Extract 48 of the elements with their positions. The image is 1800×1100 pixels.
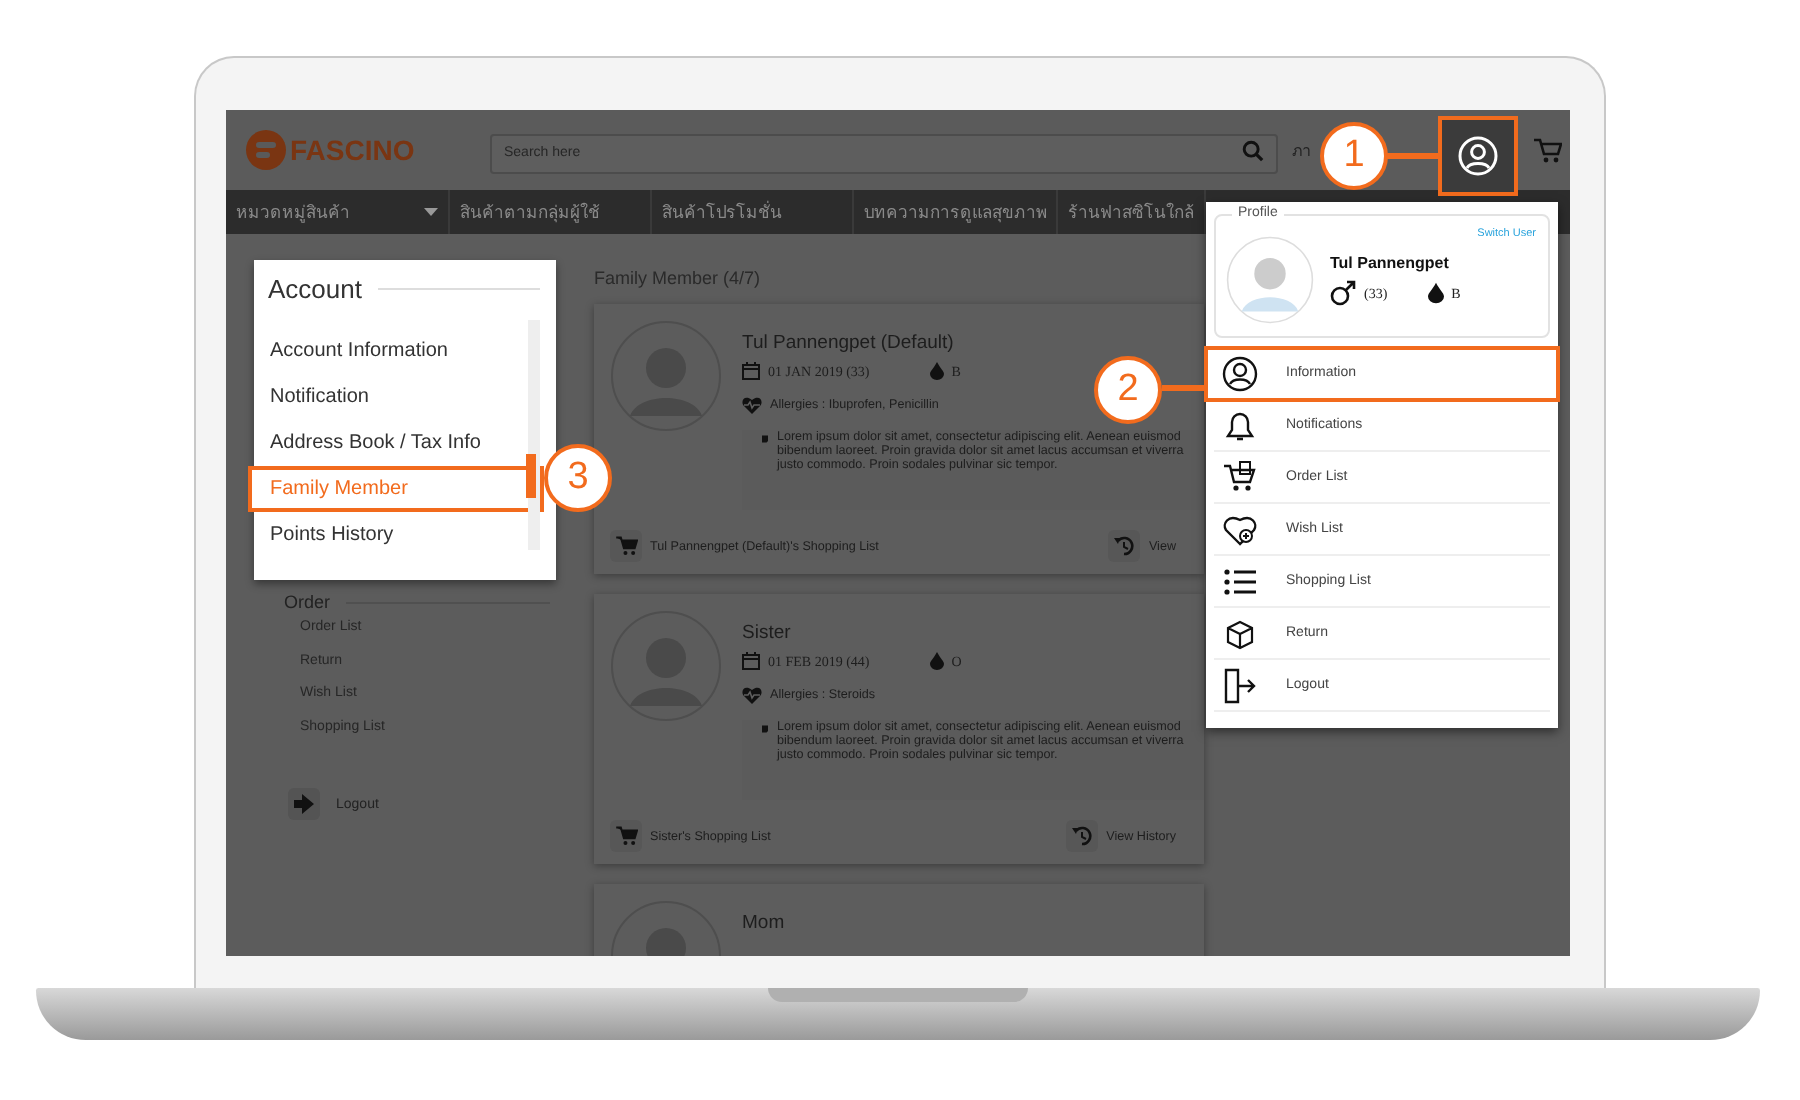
heart-icon	[1222, 511, 1258, 547]
profile-name: Tul Pannengpet	[1330, 254, 1451, 272]
member-name: Tul Pannengpet (Default)	[742, 332, 956, 354]
account-menu-item[interactable]: Notification	[248, 374, 544, 420]
order-heading: Order	[284, 592, 331, 612]
account-menu-item[interactable]: Family Member	[248, 466, 544, 512]
nav-item[interactable]: บทความการดูแลสุขภาพ	[854, 190, 1058, 234]
account-menu-item[interactable]: Points History	[248, 512, 544, 558]
callout-connector	[526, 454, 536, 498]
calendar-icon	[742, 652, 760, 670]
bell-icon	[1222, 407, 1258, 443]
user-icon	[1458, 136, 1498, 176]
male-icon	[1330, 280, 1356, 306]
blood-drop-icon	[1427, 282, 1444, 304]
heart-pulse-icon	[742, 396, 762, 414]
account-button[interactable]	[1438, 116, 1518, 196]
list-icon	[1222, 563, 1258, 599]
cart-icon	[1222, 459, 1258, 495]
logo-text: FASCINO	[290, 134, 415, 166]
callout-connector	[1162, 384, 1206, 392]
logout-icon	[1222, 667, 1258, 703]
account-menu-item[interactable]: Account Information	[248, 328, 544, 374]
nav-item[interactable]: สินค้าโปรโมชั่น	[652, 190, 854, 234]
calendar-icon	[742, 362, 760, 380]
member-name: Mom	[742, 912, 787, 934]
heart-pulse-icon	[742, 686, 762, 704]
language-link[interactable]: ภา	[1292, 137, 1310, 163]
nav-item[interactable]: สินค้าตามกลุ่มผู้ใช้	[450, 190, 652, 234]
member-name: Sister	[742, 622, 793, 644]
search-icon[interactable]	[1242, 139, 1264, 161]
cart-icon[interactable]	[1534, 137, 1562, 163]
logout-icon[interactable]	[288, 788, 320, 820]
cart-icon[interactable]	[610, 820, 642, 852]
nav-item[interactable]: หมวดหมู่สินค้า	[226, 190, 450, 234]
box-icon	[1222, 615, 1258, 651]
note-icon	[762, 720, 769, 738]
cart-icon[interactable]	[610, 530, 642, 562]
callout-connector	[1386, 152, 1438, 160]
account-heading: Account	[268, 274, 362, 304]
account-menu-item[interactable]: Address Book / Tax Info	[248, 420, 544, 466]
avatar-icon	[1226, 236, 1314, 324]
logo-icon	[246, 130, 286, 170]
user-icon	[1222, 355, 1258, 391]
history-icon[interactable]	[1066, 820, 1099, 852]
note-icon	[762, 430, 769, 448]
blood-drop-icon	[929, 362, 944, 380]
blood-drop-icon	[929, 652, 944, 670]
history-icon[interactable]	[1108, 530, 1141, 562]
